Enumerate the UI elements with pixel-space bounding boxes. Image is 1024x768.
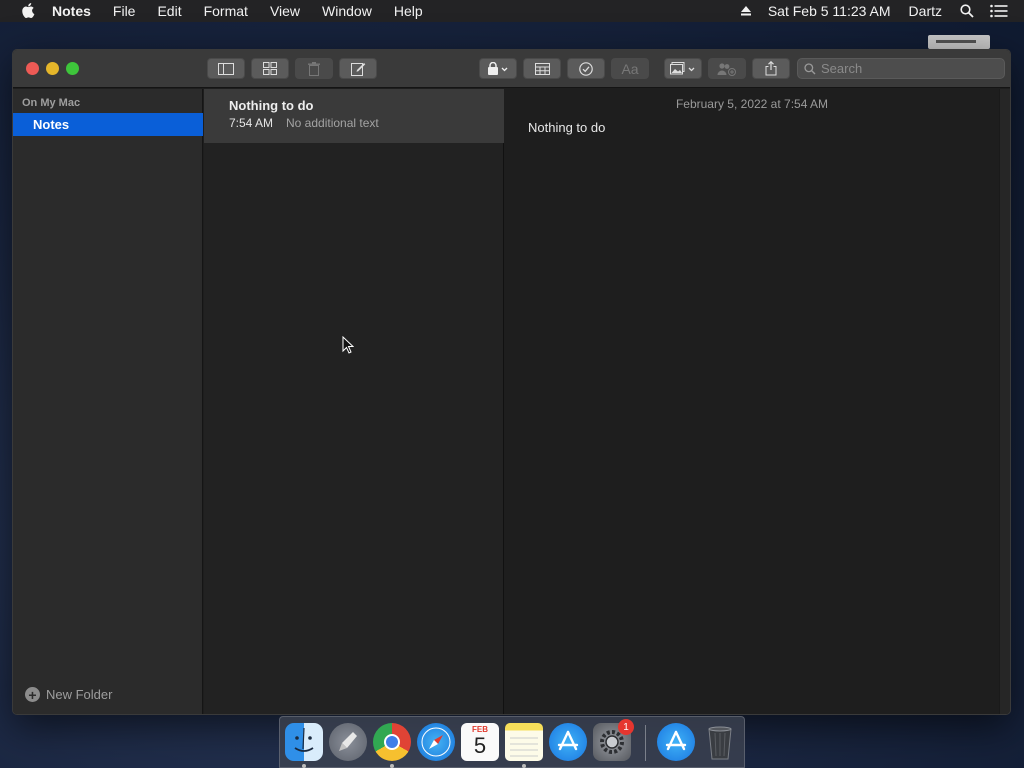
table-icon (534, 62, 550, 75)
menu-help[interactable]: Help (394, 3, 423, 19)
chrome-running-dot (390, 764, 394, 768)
app-store-icon[interactable] (549, 723, 587, 761)
photo-icon (670, 62, 695, 75)
notification-badge: 1 (618, 719, 634, 735)
desktop-drive-icon[interactable] (928, 35, 990, 49)
dock: FEB 5 1 (279, 716, 745, 768)
toggle-sidebar-button[interactable] (207, 58, 245, 79)
user-name[interactable]: Dartz (909, 3, 942, 19)
zoom-button[interactable] (66, 62, 79, 75)
media-button[interactable] (664, 58, 702, 79)
chrome-icon[interactable] (373, 723, 411, 761)
list-item[interactable]: Nothing to do 7:54 AM No additional text (204, 89, 504, 143)
note-body[interactable]: Nothing to do (528, 120, 605, 135)
toolbar: Aa (13, 50, 1010, 88)
share-icon (765, 61, 777, 76)
spotlight-search-icon[interactable] (960, 4, 974, 18)
notification-center-icon[interactable] (990, 4, 1008, 18)
minimize-button[interactable] (46, 62, 59, 75)
table-button[interactable] (523, 58, 561, 79)
sidebar-section-header: On My Mac (22, 97, 81, 109)
notes-running-dot (522, 764, 526, 768)
note-editor[interactable]: February 5, 2022 at 7:54 AM Nothing to d… (505, 89, 999, 714)
new-folder-button[interactable]: + New Folder (25, 687, 112, 702)
clock[interactable]: Sat Feb 5 11:23 AM (768, 3, 891, 19)
finder-running-dot (302, 764, 306, 768)
new-note-button[interactable] (339, 58, 377, 79)
new-folder-label: New Folder (46, 687, 113, 702)
menu-extras: Sat Feb 5 11:23 AM Dartz (740, 0, 1024, 22)
eject-icon[interactable] (740, 5, 752, 17)
folder-sidebar: On My Mac Notes + New Folder (13, 89, 203, 714)
format-button[interactable]: Aa (611, 58, 649, 79)
gallery-view-button[interactable] (251, 58, 289, 79)
apple-menu-icon[interactable] (20, 0, 38, 22)
note-preview: No additional text (286, 116, 379, 130)
add-people-icon (717, 62, 736, 76)
menu-view[interactable]: View (270, 3, 300, 19)
notes-window: Aa On My Mac Notes + New Folder Nothing … (12, 49, 1011, 715)
notes-app-icon[interactable] (505, 723, 543, 761)
menu-app-name[interactable]: Notes (52, 3, 91, 19)
mouse-pointer-icon (342, 335, 355, 359)
lock-icon (488, 62, 508, 75)
menu-format[interactable]: Format (204, 3, 248, 19)
menu-file[interactable]: File (113, 3, 136, 19)
note-title: Nothing to do (229, 98, 314, 113)
dock-separator (645, 725, 646, 761)
grid-icon (263, 62, 277, 75)
collaborate-button[interactable] (708, 58, 746, 79)
search-input[interactable] (821, 61, 991, 76)
lock-note-button[interactable] (479, 58, 517, 79)
share-button[interactable] (752, 58, 790, 79)
checkmark-circle-icon (579, 61, 593, 76)
note-list: Nothing to do 7:54 AM No additional text (204, 89, 504, 714)
downloads-stack-icon[interactable] (657, 723, 695, 761)
finder-icon[interactable] (285, 723, 323, 761)
menu-bar: Notes File Edit Format View Window Help … (0, 0, 1024, 22)
menu-window[interactable]: Window (322, 3, 372, 19)
text-format-icon: Aa (621, 60, 639, 77)
note-time: 7:54 AM (229, 116, 274, 130)
trash-icon[interactable] (701, 723, 739, 761)
calendar-icon[interactable]: FEB 5 (461, 723, 499, 761)
trash-icon (308, 61, 320, 76)
checklist-button[interactable] (567, 58, 605, 79)
safari-icon[interactable] (417, 723, 455, 761)
plus-circle-icon: + (25, 687, 40, 702)
compose-icon (350, 62, 365, 76)
search-field[interactable] (797, 58, 1005, 79)
sidebar-item-notes[interactable]: Notes (13, 113, 203, 136)
delete-button[interactable] (295, 58, 333, 79)
scrollbar[interactable] (999, 89, 1010, 714)
sidebar-icon (218, 62, 234, 75)
close-button[interactable] (26, 62, 39, 75)
launchpad-icon[interactable] (329, 723, 367, 761)
search-icon (804, 62, 816, 74)
calendar-day: 5 (473, 733, 487, 758)
menu-edit[interactable]: Edit (157, 3, 181, 19)
note-date: February 5, 2022 at 7:54 AM (675, 97, 829, 111)
